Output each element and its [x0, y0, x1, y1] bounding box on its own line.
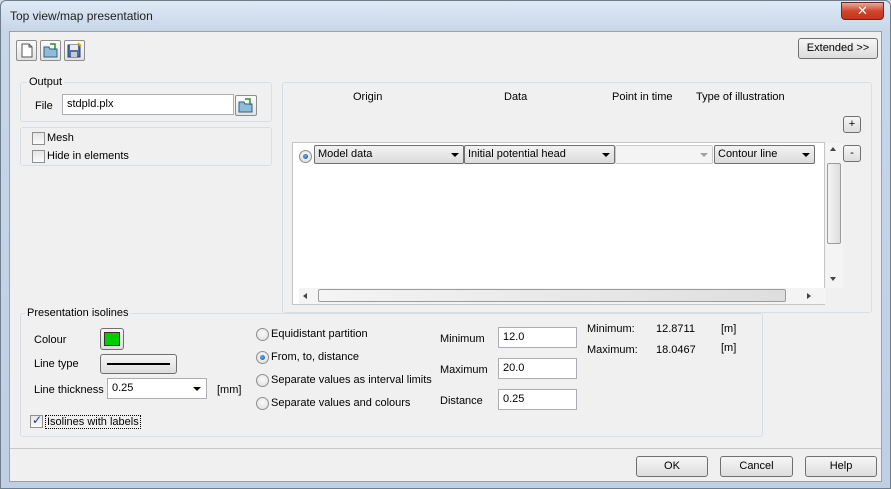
data-maximum-value: 18.0467	[656, 344, 696, 356]
new-file-button[interactable]	[16, 40, 37, 61]
hide-in-elements-checkbox[interactable]	[32, 150, 45, 163]
column-header-point-in-time: Point in time	[612, 91, 673, 103]
minimum-label: Minimum	[440, 333, 485, 345]
ok-button[interactable]: OK	[636, 456, 708, 477]
data-minimum-unit: [m]	[721, 323, 737, 335]
type-of-illustration-select[interactable]: Contour line	[714, 145, 815, 164]
isolines-group-label: Presentation isolines	[25, 307, 131, 319]
output-group-label: Output	[27, 76, 65, 88]
equidistant-partition-label: Equidistant partition	[271, 328, 368, 340]
data-maximum-label: Maximum:	[587, 344, 638, 356]
line-thickness-select[interactable]: 0.25	[107, 378, 207, 399]
data-select-value: Initial potential head	[468, 148, 566, 160]
chevron-down-icon	[802, 153, 810, 157]
separate-values-colours-label: Separate values and colours	[271, 397, 411, 409]
data-select[interactable]: Initial potential head	[464, 145, 615, 164]
new-document-icon	[21, 43, 33, 58]
file-input[interactable]: stdpld.plx	[62, 94, 234, 115]
maximum-input[interactable]: 20.0	[498, 358, 577, 379]
open-file-button[interactable]	[40, 40, 61, 61]
distance-input[interactable]: 0.25	[498, 389, 577, 410]
mesh-label: Mesh	[47, 132, 74, 144]
dialog-window: Top view/map presentation ✕ Extended >> …	[0, 0, 891, 489]
scroll-right-icon[interactable]	[807, 293, 811, 299]
scroll-left-icon[interactable]	[303, 293, 307, 299]
window-title: Top view/map presentation	[10, 9, 153, 23]
colour-label: Colour	[34, 334, 67, 346]
table-row-selector[interactable]	[299, 150, 312, 163]
colour-swatch	[104, 332, 120, 346]
separate-values-colours-radio[interactable]	[256, 397, 269, 410]
open-folder-icon	[238, 98, 253, 113]
point-in-time-select[interactable]	[615, 145, 713, 164]
help-button[interactable]: Help	[805, 456, 877, 477]
maximum-label: Maximum	[440, 364, 488, 376]
cancel-button[interactable]: Cancel	[720, 456, 793, 477]
remove-row-button[interactable]: -	[843, 145, 861, 162]
origin-select[interactable]: Model data	[314, 145, 464, 164]
browse-file-button[interactable]	[235, 95, 257, 116]
close-button[interactable]: ✕	[841, 2, 884, 20]
file-label: File	[35, 100, 53, 112]
column-header-data: Data	[504, 91, 528, 103]
column-header-type: Type of illustration	[696, 91, 785, 103]
from-to-distance-radio[interactable]	[256, 351, 269, 364]
line-type-button[interactable]	[100, 354, 177, 374]
scroll-down-icon[interactable]	[830, 277, 836, 281]
equidistant-partition-radio[interactable]	[256, 328, 269, 341]
chevron-down-icon	[451, 153, 459, 157]
data-minimum-value: 12.8711	[656, 323, 695, 335]
hide-in-elements-label: Hide in elements	[47, 150, 129, 162]
save-disk-icon	[67, 42, 82, 58]
origin-select-value: Model data	[318, 148, 373, 160]
chevron-down-icon	[193, 387, 201, 391]
mm-unit-label: [mm]	[217, 384, 242, 396]
line-type-label: Line type	[34, 358, 79, 370]
chevron-down-icon	[602, 153, 610, 157]
horizontal-scroll-thumb[interactable]	[318, 289, 786, 302]
table-vertical-scrollbar[interactable]	[826, 143, 843, 288]
line-thickness-label: Line thickness	[34, 384, 104, 396]
button-bar-separator	[10, 448, 881, 449]
isolines-with-labels-checkbox[interactable]	[30, 413, 43, 428]
data-table: Model data Initial potential head Contou…	[292, 142, 825, 305]
minimum-input[interactable]: 12.0	[498, 327, 577, 348]
data-minimum-label: Minimum:	[587, 323, 635, 335]
open-folder-icon	[43, 43, 58, 58]
mesh-checkbox[interactable]	[32, 132, 45, 145]
line-sample-icon	[107, 363, 170, 365]
distance-label: Distance	[440, 395, 483, 407]
isolines-with-labels-label: Isolines with labels	[45, 415, 141, 429]
line-thickness-value: 0.25	[112, 382, 134, 394]
chevron-down-icon	[700, 153, 708, 157]
colour-button[interactable]	[100, 328, 124, 350]
data-maximum-unit: [m]	[721, 342, 737, 354]
save-file-button[interactable]	[64, 40, 85, 61]
scroll-up-icon[interactable]	[830, 147, 836, 151]
add-row-button[interactable]: +	[843, 116, 861, 133]
vertical-scroll-thumb[interactable]	[827, 163, 841, 244]
type-select-value: Contour line	[718, 148, 778, 160]
extended-button[interactable]: Extended >>	[798, 38, 878, 59]
separate-values-interval-label: Separate values as interval limits	[271, 374, 432, 386]
dialog-body: Extended >> Output File stdpld.plx Mesh …	[9, 31, 882, 482]
from-to-distance-label: From, to, distance	[271, 351, 360, 363]
column-header-origin: Origin	[353, 91, 383, 103]
table-horizontal-scrollbar[interactable]	[299, 288, 826, 304]
separate-values-interval-radio[interactable]	[256, 374, 269, 387]
title-bar: Top view/map presentation ✕	[1, 1, 890, 31]
